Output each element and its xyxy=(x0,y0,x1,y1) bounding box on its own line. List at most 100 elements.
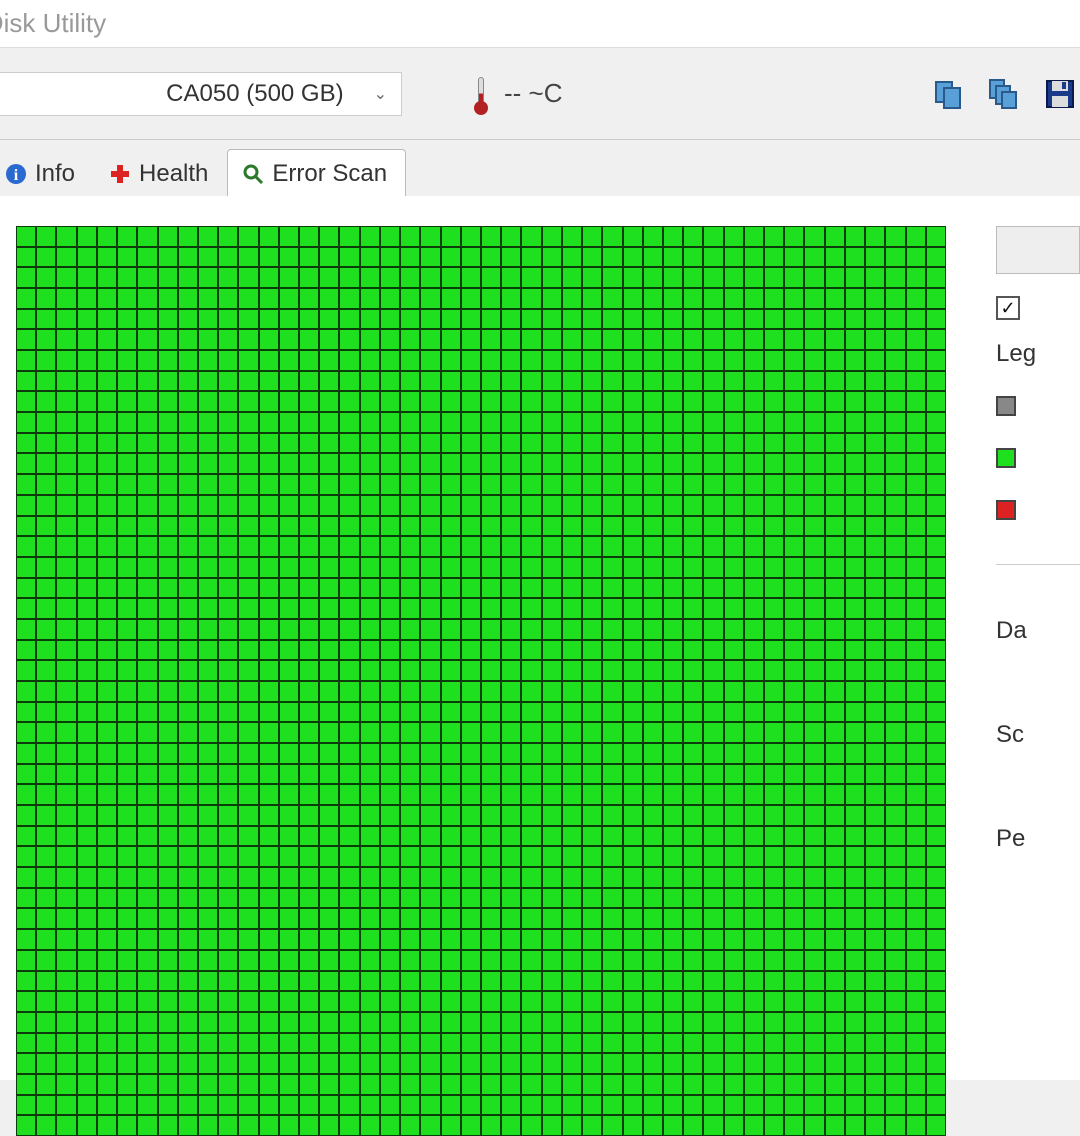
scan-block xyxy=(785,454,803,473)
scan-block xyxy=(725,1054,743,1073)
scan-block xyxy=(37,992,55,1011)
scan-block xyxy=(219,558,237,577)
scan-block xyxy=(846,1034,864,1053)
scan-block xyxy=(563,744,581,763)
scan-block xyxy=(159,599,177,618)
scan-block xyxy=(765,579,783,598)
scan-block xyxy=(805,537,823,556)
scan-block xyxy=(57,1075,75,1094)
scan-block xyxy=(78,972,96,991)
scan-block xyxy=(785,248,803,267)
copy-icon[interactable] xyxy=(930,76,966,112)
scan-block xyxy=(765,661,783,680)
scan-block xyxy=(785,661,803,680)
scan-block xyxy=(603,248,621,267)
scan-block xyxy=(118,475,136,494)
drive-select[interactable]: CA050 (500 GB) ⌄ xyxy=(0,72,402,116)
scan-block xyxy=(361,413,379,432)
scan-block xyxy=(219,1075,237,1094)
scan-block xyxy=(159,951,177,970)
scan-block xyxy=(260,972,278,991)
save-icon[interactable] xyxy=(1042,76,1078,112)
scan-block xyxy=(927,1116,945,1135)
scan-block xyxy=(98,703,116,722)
tab-health[interactable]: Health xyxy=(94,149,227,196)
scan-block xyxy=(98,682,116,701)
scan-block xyxy=(17,1054,35,1073)
scan-block xyxy=(17,1013,35,1032)
scan-block xyxy=(320,248,338,267)
scan-block xyxy=(421,310,439,329)
scan-block xyxy=(442,558,460,577)
scan-block xyxy=(320,806,338,825)
scan-block xyxy=(219,268,237,287)
scan-block xyxy=(37,1075,55,1094)
scan-block xyxy=(725,310,743,329)
scan-block xyxy=(583,372,601,391)
scan-block xyxy=(361,1013,379,1032)
scan-block xyxy=(239,765,257,784)
scan-block xyxy=(826,992,844,1011)
checkbox-checked-icon[interactable]: ✓ xyxy=(996,296,1020,320)
scan-block xyxy=(704,454,722,473)
scan-block xyxy=(78,682,96,701)
scan-block xyxy=(664,517,682,536)
tab-error-scan[interactable]: Error Scan xyxy=(227,149,406,196)
scan-block xyxy=(361,579,379,598)
legend-damaged xyxy=(996,500,1080,520)
scan-block xyxy=(78,579,96,598)
scan-block xyxy=(138,1096,156,1115)
scan-block xyxy=(846,330,864,349)
scan-block xyxy=(664,227,682,246)
tab-info[interactable]: i Info xyxy=(0,149,94,196)
scan-block xyxy=(866,1054,884,1073)
scan-block xyxy=(745,496,763,515)
scan-block xyxy=(159,289,177,308)
copy-multi-icon[interactable] xyxy=(986,76,1022,112)
scan-block xyxy=(219,806,237,825)
scan-block xyxy=(260,765,278,784)
scan-block xyxy=(442,1034,460,1053)
scan-block xyxy=(78,1054,96,1073)
scan-block xyxy=(78,806,96,825)
scan-block xyxy=(37,599,55,618)
scan-block xyxy=(138,806,156,825)
scan-block xyxy=(159,641,177,660)
scan-block xyxy=(442,1013,460,1032)
scan-block xyxy=(361,909,379,928)
scan-block xyxy=(239,1116,257,1135)
scan-block xyxy=(644,930,662,949)
scan-block xyxy=(199,579,217,598)
scan-block xyxy=(624,434,642,453)
scan-block xyxy=(340,827,358,846)
scan-block xyxy=(664,744,682,763)
scan-block xyxy=(684,930,702,949)
scan-block xyxy=(179,537,197,556)
scan-block xyxy=(17,992,35,1011)
scan-block xyxy=(300,227,318,246)
scan-block xyxy=(138,496,156,515)
scan-block xyxy=(219,827,237,846)
scan-block xyxy=(57,454,75,473)
scan-block xyxy=(502,454,520,473)
scan-block xyxy=(603,847,621,866)
scan-block xyxy=(17,827,35,846)
side-button[interactable] xyxy=(996,226,1080,274)
scan-block xyxy=(927,951,945,970)
scan-block xyxy=(543,1116,561,1135)
scan-block xyxy=(583,765,601,784)
scan-block xyxy=(644,641,662,660)
scan-block xyxy=(684,1013,702,1032)
scan-block xyxy=(583,682,601,701)
scan-block xyxy=(462,413,480,432)
scan-block xyxy=(826,268,844,287)
quick-scan-checkbox-row[interactable]: ✓ xyxy=(996,296,1080,320)
scan-block xyxy=(57,951,75,970)
scan-block xyxy=(563,1034,581,1053)
scan-block xyxy=(361,517,379,536)
scan-block xyxy=(704,1075,722,1094)
scan-block xyxy=(644,765,662,784)
scan-block xyxy=(624,620,642,639)
scan-block xyxy=(239,227,257,246)
scan-block xyxy=(522,579,540,598)
